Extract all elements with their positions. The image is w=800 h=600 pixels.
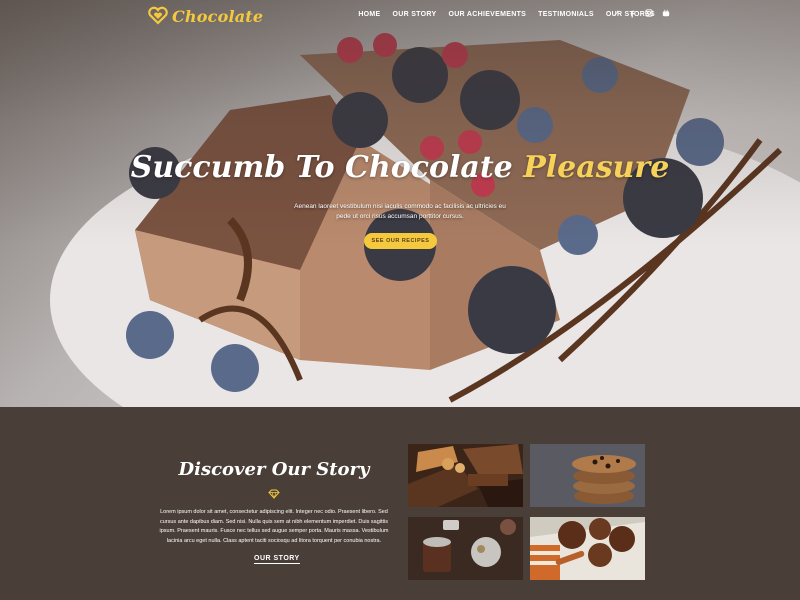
brand-name: Chocolate — [172, 6, 264, 26]
brand-logo[interactable]: Chocolate — [148, 6, 263, 26]
social-links — [611, 9, 670, 19]
hero-subtitle: Aenean laoreet vestibulum nisi iaculis c… — [294, 203, 506, 220]
nav-item-our-achievements[interactable]: OUR ACHIEVEMENTS — [448, 11, 526, 18]
gallery-image-truffles[interactable] — [408, 517, 523, 580]
see-recipes-button[interactable]: SEE OUR RECIPES — [364, 233, 437, 249]
diamond-icon — [268, 489, 280, 499]
heart-logo-icon — [148, 6, 168, 25]
instagram-icon[interactable] — [645, 9, 653, 19]
hero-title-main: Succumb To Chocolate — [130, 150, 524, 185]
our-story-link[interactable]: OUR STORY — [254, 555, 300, 564]
youtube-icon[interactable] — [662, 9, 670, 19]
gallery-image-cookies[interactable] — [530, 444, 645, 507]
story-title: Discover Our Story — [178, 459, 370, 480]
gallery-image-muffins[interactable] — [530, 517, 645, 580]
facebook-icon[interactable] — [628, 9, 636, 19]
nav-item-home[interactable]: HOME — [358, 11, 380, 18]
hero-title: Succumb To Chocolate Pleasure — [0, 150, 800, 185]
story-section: Discover Our Story Lorem ipsum dolor sit… — [0, 407, 800, 600]
twitter-icon[interactable] — [611, 9, 619, 19]
gallery-image-chocolate-pieces[interactable] — [408, 444, 523, 507]
story-body: Lorem ipsum dolor sit amet, consectetur … — [159, 509, 389, 544]
hero-title-accent: Pleasure — [523, 150, 670, 185]
nav-item-our-story[interactable]: OUR STORY — [393, 11, 437, 18]
nav-item-testimonials[interactable]: TESTIMONIALS — [538, 11, 594, 18]
